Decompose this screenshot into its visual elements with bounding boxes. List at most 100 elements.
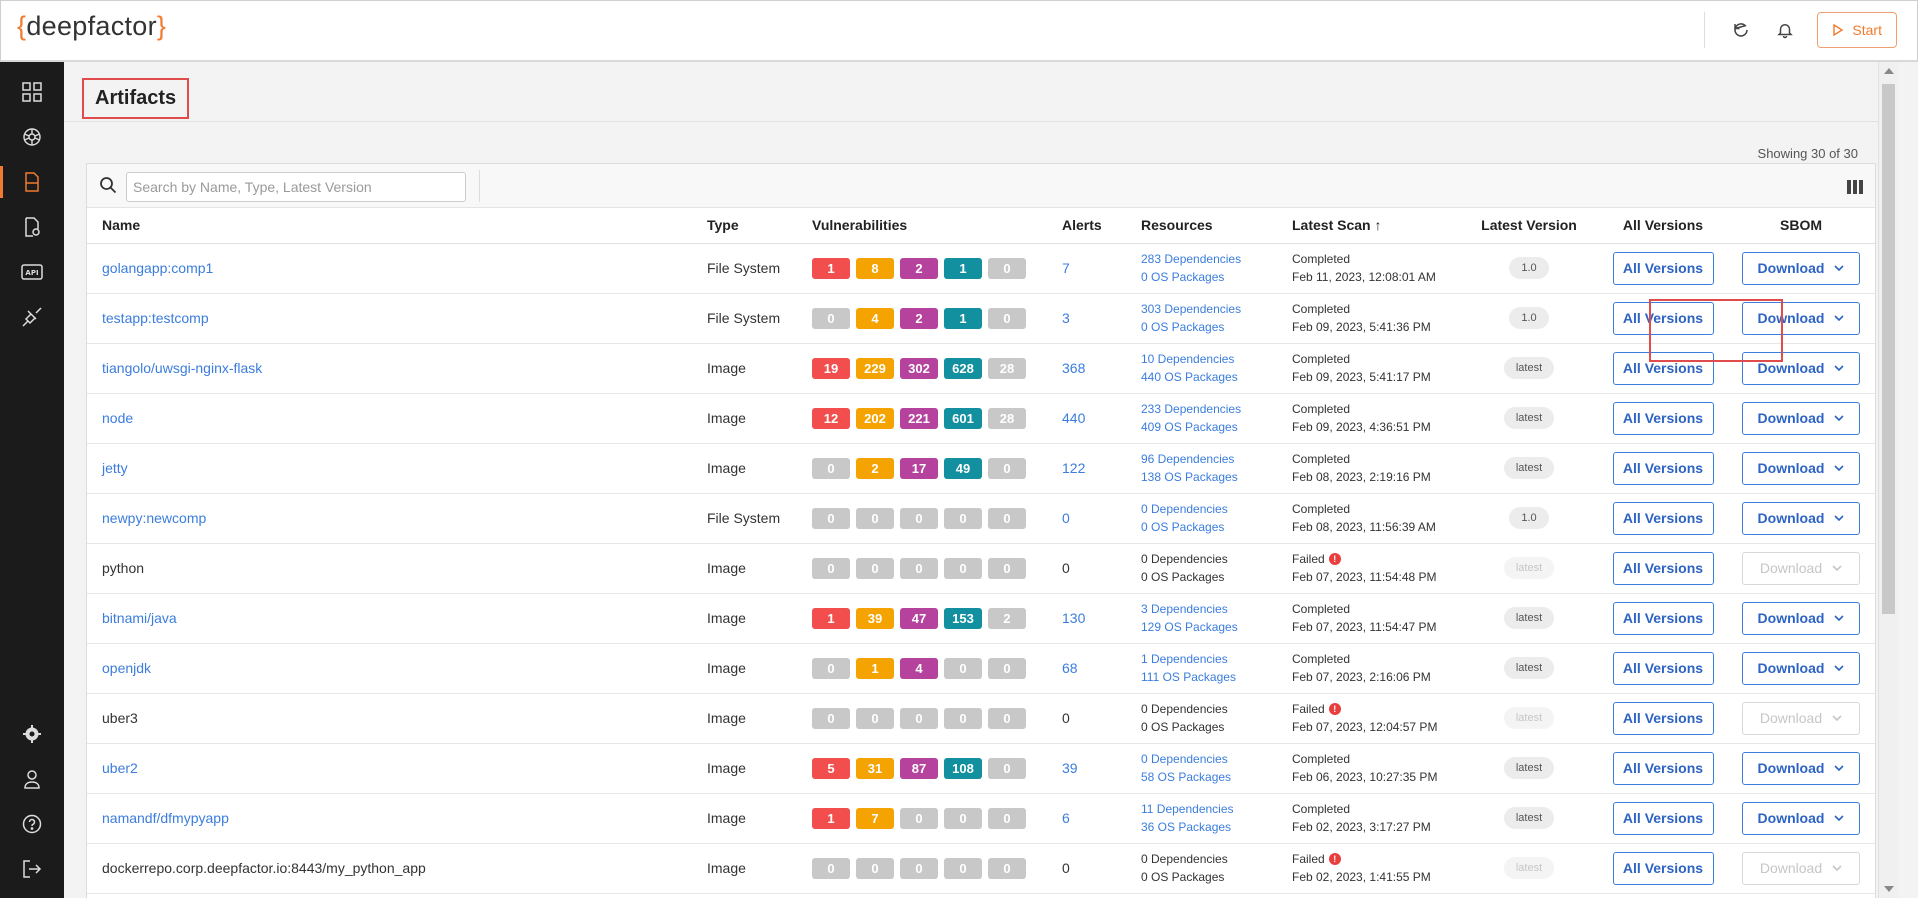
latest-version-cell: latest bbox=[1459, 543, 1599, 594]
play-icon bbox=[1833, 24, 1844, 36]
all-versions-button[interactable]: All Versions bbox=[1612, 501, 1714, 535]
sidebar-item-logout[interactable] bbox=[0, 849, 64, 889]
deepfactor-logo[interactable]: {deepfactor} bbox=[17, 11, 166, 42]
artifact-name-link[interactable]: testapp:testcomp bbox=[102, 310, 209, 326]
dependencies-link[interactable]: 96 Dependencies bbox=[1141, 450, 1277, 468]
dependencies-link[interactable]: 233 Dependencies bbox=[1141, 400, 1277, 418]
download-button[interactable]: Download bbox=[1742, 801, 1860, 835]
os-packages-link[interactable]: 409 OS Packages bbox=[1141, 418, 1277, 436]
artifact-name-link[interactable]: namandf/dfmypyapp bbox=[102, 810, 229, 826]
artifact-name-link[interactable]: bitnami/java bbox=[102, 610, 177, 626]
artifact-name-link[interactable]: uber2 bbox=[102, 760, 138, 776]
alerts-count[interactable]: 122 bbox=[1062, 460, 1085, 476]
all-versions-button[interactable]: All Versions bbox=[1612, 251, 1714, 285]
sidebar-item-profile[interactable] bbox=[0, 759, 64, 799]
column-header-alerts[interactable]: Alerts bbox=[1047, 208, 1126, 244]
alerts-cell: 3 bbox=[1047, 293, 1126, 344]
column-header-latest-scan[interactable]: Latest Scan ↑ bbox=[1277, 208, 1459, 244]
dependencies-link[interactable]: 0 Dependencies bbox=[1141, 500, 1277, 518]
column-header-vulnerabilities[interactable]: Vulnerabilities bbox=[797, 208, 1047, 244]
table-row: python Image 00000 0 0 Dependencies 0 OS… bbox=[87, 543, 1875, 594]
bell-icon[interactable] bbox=[1767, 12, 1803, 48]
download-button[interactable]: Download bbox=[1742, 601, 1860, 635]
os-packages-link[interactable]: 36 OS Packages bbox=[1141, 818, 1277, 836]
download-button[interactable]: Download bbox=[1742, 451, 1860, 485]
alerts-count[interactable]: 130 bbox=[1062, 610, 1085, 626]
os-packages-link[interactable]: 129 OS Packages bbox=[1141, 618, 1277, 636]
error-icon[interactable]: ! bbox=[1328, 853, 1341, 865]
os-packages-link[interactable]: 58 OS Packages bbox=[1141, 768, 1277, 786]
column-header-all-versions[interactable]: All Versions bbox=[1599, 208, 1727, 244]
all-versions-button[interactable]: All Versions bbox=[1612, 751, 1714, 785]
dependencies-link[interactable]: 283 Dependencies bbox=[1141, 250, 1277, 268]
error-icon[interactable]: ! bbox=[1328, 553, 1341, 565]
os-packages-link[interactable]: 0 OS Packages bbox=[1141, 318, 1277, 336]
artifact-name-link[interactable]: jetty bbox=[102, 460, 128, 476]
os-packages-link[interactable]: 0 OS Packages bbox=[1141, 268, 1277, 286]
column-header-type[interactable]: Type bbox=[692, 208, 797, 244]
download-button[interactable]: Download bbox=[1742, 251, 1860, 285]
alerts-count[interactable]: 68 bbox=[1062, 660, 1078, 676]
alerts-count[interactable]: 440 bbox=[1062, 410, 1085, 426]
artifact-name-link[interactable]: newpy:newcomp bbox=[102, 510, 206, 526]
column-header-sbom[interactable]: SBOM bbox=[1727, 208, 1875, 244]
all-versions-button[interactable]: All Versions bbox=[1612, 651, 1714, 685]
all-versions-button[interactable]: All Versions bbox=[1612, 701, 1714, 735]
dependencies-link[interactable]: 0 Dependencies bbox=[1141, 750, 1277, 768]
artifact-name-link[interactable]: openjdk bbox=[102, 660, 151, 676]
alerts-count[interactable]: 3 bbox=[1062, 310, 1070, 326]
alerts-cell: 0 bbox=[1047, 543, 1126, 594]
os-packages-link[interactable]: 0 OS Packages bbox=[1141, 518, 1277, 536]
alerts-count[interactable]: 7 bbox=[1062, 260, 1070, 276]
dependencies-link[interactable]: 1 Dependencies bbox=[1141, 650, 1277, 668]
os-packages-link[interactable]: 138 OS Packages bbox=[1141, 468, 1277, 486]
column-header-name[interactable]: Name bbox=[87, 208, 692, 244]
alerts-count[interactable]: 368 bbox=[1062, 360, 1085, 376]
sidebar-item-kubernetes[interactable] bbox=[0, 117, 64, 157]
sidebar-item-api[interactable]: API bbox=[0, 252, 64, 292]
dependencies-link[interactable]: 303 Dependencies bbox=[1141, 300, 1277, 318]
download-label: Download bbox=[1757, 410, 1825, 426]
dependencies-link[interactable]: 3 Dependencies bbox=[1141, 600, 1277, 618]
download-button[interactable]: Download bbox=[1742, 401, 1860, 435]
sidebar-item-artifacts[interactable] bbox=[0, 162, 64, 202]
error-icon[interactable]: ! bbox=[1328, 703, 1341, 715]
dependencies-link[interactable]: 10 Dependencies bbox=[1141, 350, 1277, 368]
artifact-name-link[interactable]: node bbox=[102, 410, 133, 426]
refresh-icon[interactable] bbox=[1723, 12, 1759, 48]
resources-cell: 283 Dependencies 0 OS Packages bbox=[1126, 243, 1277, 294]
sidebar-item-dashboard[interactable] bbox=[0, 72, 64, 112]
scroll-down-arrow[interactable] bbox=[1884, 886, 1894, 892]
resources-cell: 0 Dependencies 0 OS Packages bbox=[1126, 693, 1277, 744]
sidebar-item-integrations[interactable] bbox=[0, 297, 64, 337]
alerts-count[interactable]: 6 bbox=[1062, 810, 1070, 826]
columns-icon[interactable] bbox=[1847, 180, 1863, 194]
all-versions-button[interactable]: All Versions bbox=[1612, 601, 1714, 635]
scroll-up-arrow[interactable] bbox=[1884, 68, 1894, 74]
artifact-name-link[interactable]: tiangolo/uwsgi-nginx-flask bbox=[102, 360, 262, 376]
alerts-count[interactable]: 0 bbox=[1062, 510, 1070, 526]
column-header-latest-version[interactable]: Latest Version bbox=[1459, 208, 1599, 244]
os-packages-link[interactable]: 111 OS Packages bbox=[1141, 668, 1277, 686]
sidebar-item-applications[interactable] bbox=[0, 207, 64, 247]
all-versions-button[interactable]: All Versions bbox=[1612, 551, 1714, 585]
download-button[interactable]: Download bbox=[1742, 651, 1860, 685]
all-versions-button[interactable]: All Versions bbox=[1612, 401, 1714, 435]
scroll-thumb[interactable] bbox=[1882, 84, 1895, 614]
sidebar-item-help[interactable] bbox=[0, 804, 64, 844]
scrollbar[interactable] bbox=[1878, 62, 1898, 898]
os-packages-link[interactable]: 440 OS Packages bbox=[1141, 368, 1277, 386]
all-versions-button[interactable]: All Versions bbox=[1612, 801, 1714, 835]
start-button[interactable]: Start bbox=[1817, 12, 1897, 48]
artifact-name-link[interactable]: golangapp:comp1 bbox=[102, 260, 213, 276]
download-button[interactable]: Download bbox=[1742, 751, 1860, 785]
artifact-name-link: dockerrepo.corp.deepfactor.io:8443/my_py… bbox=[102, 860, 426, 876]
dependencies-link[interactable]: 11 Dependencies bbox=[1141, 800, 1277, 818]
column-header-resources[interactable]: Resources bbox=[1126, 208, 1277, 244]
search-input[interactable] bbox=[127, 173, 465, 201]
all-versions-button[interactable]: All Versions bbox=[1612, 451, 1714, 485]
all-versions-button[interactable]: All Versions bbox=[1612, 851, 1714, 885]
download-button[interactable]: Download bbox=[1742, 501, 1860, 535]
alerts-count[interactable]: 39 bbox=[1062, 760, 1078, 776]
sidebar-item-settings[interactable] bbox=[0, 714, 64, 754]
